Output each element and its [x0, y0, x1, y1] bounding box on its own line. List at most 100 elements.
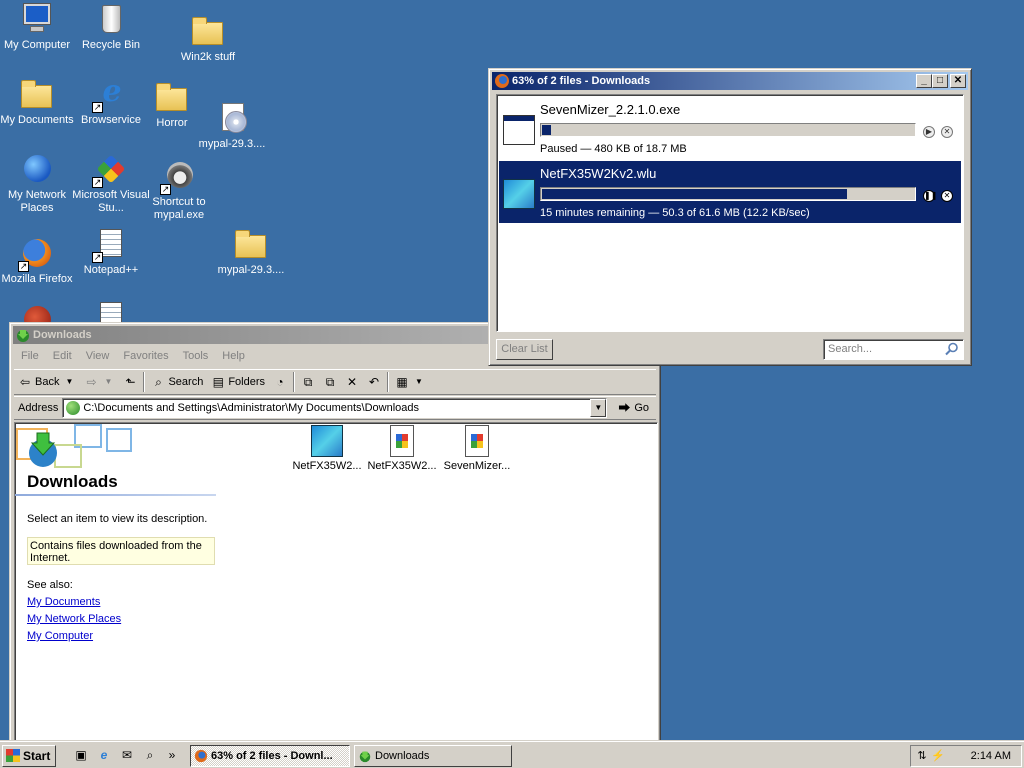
file-item-sevenmizer[interactable]: SevenMizer...: [440, 425, 514, 472]
folders-button[interactable]: ▤ Folders: [207, 371, 269, 393]
pause-button[interactable]: ❚❚: [923, 190, 937, 202]
downloads-folder-icon: [17, 330, 29, 342]
shortcut-arrow-icon: ↗: [160, 184, 171, 195]
file-item-netfx-exe[interactable]: NetFX35W2...: [365, 425, 439, 472]
desktop-icon-mozilla-firefox[interactable]: ↗ Mozilla Firefox: [0, 236, 77, 286]
desktop-icon-label: My Computer: [3, 39, 71, 51]
downloads-search-input[interactable]: Search...: [823, 339, 964, 360]
folder-content[interactable]: Downloads Select an item to view its des…: [14, 422, 658, 741]
file-item-netfx-wlu[interactable]: NetFX35W2...: [290, 425, 364, 472]
undo-icon: ↶: [368, 375, 380, 389]
desktop-icon-shortcut-mypal[interactable]: ↗ Shortcut to mypal.exe: [139, 159, 219, 222]
network-tray-icon[interactable]: ⇅: [915, 749, 929, 763]
link-my-computer[interactable]: My Computer: [27, 630, 93, 642]
toolbar-separator: [143, 372, 146, 392]
webview-title: Downloads: [27, 472, 118, 491]
minimize-button[interactable]: _: [916, 74, 932, 88]
desktop-icon-recycle-bin[interactable]: Recycle Bin: [71, 2, 151, 52]
views-icon: ▦: [396, 375, 408, 389]
webview-divider: [15, 494, 216, 496]
explorer-window[interactable]: Downloads File Edit View Favorites Tools…: [9, 322, 661, 744]
desktop-icon-label: mypal-29.3....: [198, 138, 266, 150]
back-arrow-icon: ⇦: [19, 375, 31, 389]
address-input[interactable]: C:\Documents and Settings\Administrator\…: [62, 398, 608, 418]
network-places-icon: [24, 155, 51, 182]
copy-to-icon: ⧉: [325, 375, 335, 389]
menu-help[interactable]: Help: [215, 347, 252, 367]
downloads-manager-window[interactable]: 63% of 2 files - Downloads _ □ ✕ SevenMi…: [488, 68, 972, 366]
windows-logo-icon: [6, 749, 20, 762]
downloads-titlebar[interactable]: 63% of 2 files - Downloads _ □ ✕: [492, 72, 968, 90]
toolbar-separator: [293, 372, 296, 392]
recycle-bin-icon: [102, 5, 121, 33]
copy-to-button[interactable]: ⧉: [319, 371, 341, 393]
address-dropdown-button[interactable]: ▼: [590, 399, 607, 417]
link-my-documents[interactable]: My Documents: [27, 596, 100, 608]
desktop-icon-my-network-places[interactable]: My Network Places: [0, 152, 77, 215]
clear-list-button[interactable]: Clear List: [496, 339, 553, 360]
back-label: Back: [35, 376, 60, 388]
installer-file-icon: [465, 425, 489, 457]
menu-favorites[interactable]: Favorites: [116, 347, 175, 367]
views-button[interactable]: ▦ ▼: [391, 371, 430, 393]
safely-remove-tray-icon[interactable]: ⚡: [931, 749, 945, 763]
menu-edit[interactable]: Edit: [46, 347, 79, 367]
resume-button[interactable]: ▶: [923, 126, 935, 138]
see-also-label: See also:: [27, 579, 73, 591]
desktop-icon-win2k-stuff[interactable]: Win2k stuff: [168, 14, 248, 64]
back-button[interactable]: ⇦ Back ▼: [14, 371, 80, 393]
address-label: Address: [18, 402, 59, 414]
explorer-search-icon[interactable]: ⌕: [142, 747, 158, 763]
cancel-button[interactable]: ✕: [941, 190, 953, 202]
desktop-icon-my-computer[interactable]: My Computer: [0, 2, 77, 52]
system-tray: ⇅ ⚡ 2:14 AM: [910, 745, 1022, 767]
go-button[interactable]: ⮕ Go: [617, 401, 649, 415]
download-progress-bar: [540, 123, 916, 137]
firefox-icon: [194, 749, 208, 763]
folder-icon: [235, 230, 266, 258]
up-folder-button[interactable]: ⬑: [119, 371, 141, 393]
shortcut-arrow-icon: ↗: [92, 102, 103, 113]
desktop-icon-notepad-plus-plus[interactable]: ↗ Notepad++: [71, 227, 151, 277]
downloads-list[interactable]: SevenMizer_2.2.1.0.exe Paused — 480 KB o…: [496, 94, 964, 332]
close-button[interactable]: ✕: [950, 74, 966, 88]
maximize-button[interactable]: □: [932, 74, 948, 88]
download-item-sevenmizer[interactable]: SevenMizer_2.2.1.0.exe Paused — 480 KB o…: [499, 97, 961, 159]
explorer-toolbar: ⇦ Back ▼ ⇨ ▼ ⬑ ⌕ Search ▤ Folders ◔ ⧉ ⧉ …: [14, 369, 656, 395]
installer-file-icon: [390, 425, 414, 457]
task-explorer-downloads[interactable]: Downloads: [354, 745, 512, 767]
link-my-network-places[interactable]: My Network Places: [27, 613, 121, 625]
undo-button[interactable]: ↶: [363, 371, 385, 393]
internet-explorer-icon[interactable]: e: [96, 747, 112, 763]
move-to-button[interactable]: ⧉: [297, 371, 319, 393]
download-progress-fill: [542, 125, 552, 135]
task-downloads-manager[interactable]: 63% of 2 files - Downl...: [190, 745, 350, 767]
wlu-icon: [503, 179, 535, 209]
shortcut-arrow-icon: ↗: [92, 177, 103, 188]
taskbar: Start ▣ e ✉ ⌕ » 63% of 2 files - Downl..…: [0, 740, 1024, 768]
cancel-button[interactable]: ✕: [941, 126, 953, 138]
download-status: Paused — 480 KB of 18.7 MB: [540, 143, 687, 155]
desktop-icon-label: Mozilla Firefox: [1, 273, 73, 285]
download-item-netfx[interactable]: NetFX35W2Kv2.wlu 15 minutes remaining — …: [499, 161, 961, 223]
desktop-icon-my-documents[interactable]: My Documents: [0, 77, 77, 127]
show-desktop-icon[interactable]: ▣: [73, 747, 89, 763]
quick-launch-overflow-icon[interactable]: »: [164, 747, 180, 763]
search-button[interactable]: ⌕ Search: [147, 371, 207, 393]
clock[interactable]: 2:14 AM: [971, 750, 1011, 762]
forward-button[interactable]: ⇨ ▼: [80, 371, 119, 393]
start-label: Start: [23, 749, 51, 763]
desktop-icon-mypal-setup[interactable]: mypal-29.3....: [192, 101, 272, 151]
outlook-express-icon[interactable]: ✉: [119, 747, 135, 763]
history-button[interactable]: ◔: [269, 371, 291, 393]
desktop-icon-mypal-folder[interactable]: mypal-29.3....: [211, 227, 291, 277]
delete-button[interactable]: ✕: [341, 371, 363, 393]
folders-label: Folders: [228, 376, 266, 388]
go-label: Go: [634, 402, 650, 414]
menu-tools[interactable]: Tools: [176, 347, 216, 367]
menu-view[interactable]: View: [79, 347, 117, 367]
menu-file[interactable]: File: [14, 347, 46, 367]
go-arrow-icon: ⮕: [618, 401, 631, 415]
file-label: NetFX35W2...: [292, 460, 362, 472]
start-button[interactable]: Start: [2, 745, 56, 767]
